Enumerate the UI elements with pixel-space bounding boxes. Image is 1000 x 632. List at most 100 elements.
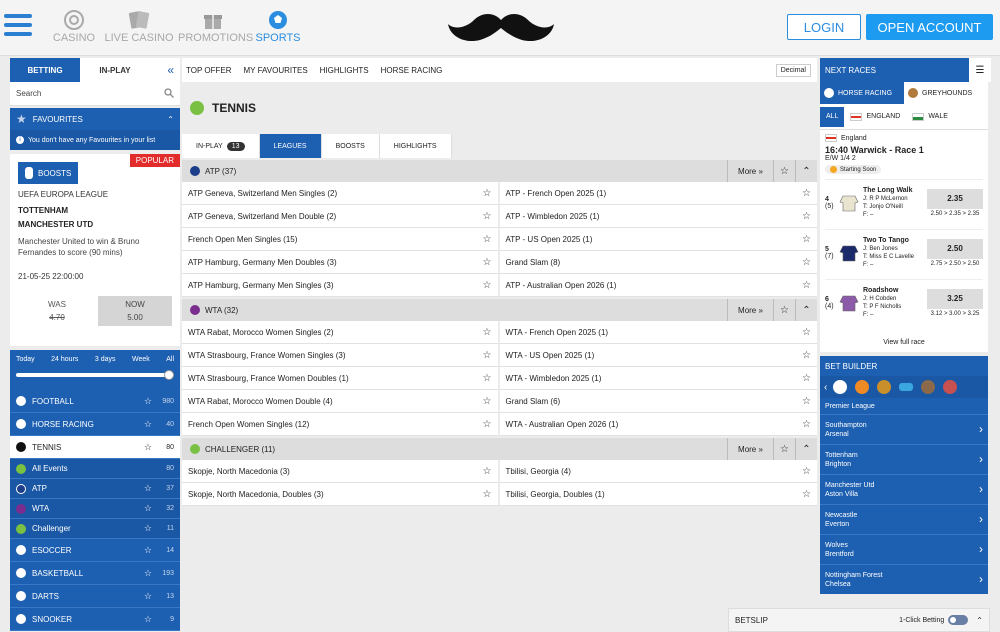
tennis-ball-icon[interactable] xyxy=(877,380,892,394)
star-icon[interactable]: ☆ xyxy=(483,257,492,268)
star-icon[interactable]: ☆ xyxy=(483,396,492,407)
star-icon[interactable]: ☆ xyxy=(144,591,152,602)
league-row[interactable]: ATP - Wimbledon 2025 (1) ☆ xyxy=(499,205,817,228)
star-icon[interactable]: ☆ xyxy=(802,257,811,268)
nav-live-casino[interactable]: LIVE CASINO xyxy=(104,8,174,44)
time-opt-today[interactable]: Today xyxy=(16,356,35,363)
league-row[interactable]: Grand Slam (6) ☆ xyxy=(499,390,817,413)
tennis-sub-atp[interactable]: ATP ☆ 37 xyxy=(10,479,180,499)
nav-highlights[interactable]: HIGHLIGHTS xyxy=(320,66,369,75)
star-icon[interactable]: ☆ xyxy=(144,442,152,453)
star-icon[interactable]: ☆ xyxy=(144,396,152,407)
menu-icon[interactable] xyxy=(4,10,32,42)
basketball-icon[interactable] xyxy=(855,380,870,394)
nav-my-favourites[interactable]: MY FAVOURITES xyxy=(244,66,308,75)
promo-card[interactable]: POPULAR BOOSTS UEFA EUROPA LEAGUE TOTTEN… xyxy=(10,150,180,346)
bet-builder-match[interactable]: Southampton Arsenal › xyxy=(820,414,988,444)
star-icon[interactable]: ☆ xyxy=(144,523,152,534)
star-icon[interactable]: ☆ xyxy=(144,545,152,556)
league-row[interactable]: ATP - Australian Open 2026 (1) ☆ xyxy=(499,274,817,297)
star-icon[interactable]: ☆ xyxy=(483,280,492,291)
chevron-up-icon[interactable]: ⌃ xyxy=(795,438,817,460)
horse-name[interactable]: Roadshow xyxy=(863,287,927,295)
odds-button[interactable]: 2.50 xyxy=(927,238,983,259)
one-click-toggle[interactable] xyxy=(948,615,969,625)
more-button[interactable]: More » xyxy=(727,438,773,460)
star-icon[interactable]: ☆ xyxy=(802,234,811,245)
star-icon[interactable]: ☆ xyxy=(144,503,152,514)
league-row[interactable]: Skopje, North Macedonia, Doubles (3) ☆ xyxy=(182,483,500,506)
league-row[interactable]: WTA - US Open 2025 (1) ☆ xyxy=(499,344,817,367)
tab-leagues[interactable]: LEAGUES xyxy=(259,134,322,158)
sort-icon[interactable]: ☰ xyxy=(969,58,991,82)
tab-horse-racing[interactable]: HORSE RACING xyxy=(820,82,904,104)
league-group-header[interactable]: CHALLENGER (11) More » ☆ ⌃ xyxy=(182,438,817,460)
league-row[interactable]: ATP Geneva, Switzerland Men Double (2) ☆ xyxy=(182,205,500,228)
nav-casino[interactable]: CASINO xyxy=(48,8,100,44)
star-icon[interactable]: ☆ xyxy=(802,396,811,407)
tennis-sub-challenger[interactable]: Challenger ☆ 11 xyxy=(10,519,180,539)
promo-now-price-button[interactable]: NOW 5.00 xyxy=(98,296,172,326)
bet-builder-match[interactable]: Manchester Utd Aston Villa › xyxy=(820,474,988,504)
nav-horse-racing[interactable]: HORSE RACING xyxy=(381,66,443,75)
league-row[interactable]: WTA - Wimbledon 2025 (1) ☆ xyxy=(499,367,817,390)
odds-format-value[interactable]: Decimal xyxy=(775,63,811,77)
more-button[interactable]: More » xyxy=(727,299,773,321)
slider-handle[interactable] xyxy=(164,370,174,380)
chevron-up-icon[interactable]: ⌃ xyxy=(976,616,983,625)
more-button[interactable]: More » xyxy=(727,160,773,182)
star-icon[interactable]: ☆ xyxy=(802,211,811,222)
rugby-icon[interactable] xyxy=(943,380,958,394)
league-row[interactable]: Tbilisi, Georgia, Doubles (1) ☆ xyxy=(499,483,817,506)
league-row[interactable]: ATP Geneva, Switzerland Men Singles (2) ☆ xyxy=(182,182,500,205)
bet-builder-match[interactable]: Tottenham Brighton › xyxy=(820,444,988,474)
country-wales[interactable]: WALE xyxy=(906,107,954,127)
bet-builder-match[interactable]: Newcastle Everton › xyxy=(820,504,988,534)
sport-item-horse-racing[interactable]: HORSE RACING ☆ 40 xyxy=(10,413,180,436)
star-icon[interactable]: ☆ xyxy=(773,160,795,182)
star-icon[interactable]: ☆ xyxy=(802,419,811,430)
chevron-up-icon[interactable]: ⌃ xyxy=(795,160,817,182)
star-icon[interactable]: ☆ xyxy=(802,188,811,199)
horse-name[interactable]: Two To Tango xyxy=(863,237,927,245)
league-row[interactable]: WTA Strasbourg, France Women Singles (3)… xyxy=(182,344,500,367)
league-row[interactable]: ATP - US Open 2025 (1) ☆ xyxy=(499,228,817,251)
time-opt-all[interactable]: All xyxy=(166,356,174,363)
collapse-icon[interactable]: « xyxy=(150,58,180,82)
search-icon[interactable] xyxy=(164,87,174,100)
league-row[interactable]: French Open Men Singles (15) ☆ xyxy=(182,228,500,251)
league-row[interactable]: ATP Hamburg, Germany Men Doubles (3) ☆ xyxy=(182,251,500,274)
league-row[interactable]: Grand Slam (8) ☆ xyxy=(499,251,817,274)
league-row[interactable]: ATP - French Open 2025 (1) ☆ xyxy=(499,182,817,205)
league-row[interactable]: WTA Rabat, Morocco Women Singles (2) ☆ xyxy=(182,321,500,344)
star-icon[interactable]: ☆ xyxy=(773,299,795,321)
mustache-logo-icon[interactable] xyxy=(446,10,556,46)
star-icon[interactable]: ☆ xyxy=(802,327,811,338)
tab-highlights[interactable]: HIGHLIGHTS xyxy=(379,134,452,158)
sport-item-tennis[interactable]: TENNIS ☆ 80 xyxy=(10,436,180,459)
star-icon[interactable]: ☆ xyxy=(802,466,811,477)
race-title[interactable]: 16:40 Warwick - Race 1 xyxy=(825,145,983,155)
time-slider[interactable] xyxy=(16,370,174,380)
star-icon[interactable]: ☆ xyxy=(483,327,492,338)
league-group-header[interactable]: WTA (32) More » ☆ ⌃ xyxy=(182,299,817,321)
star-icon[interactable]: ☆ xyxy=(802,280,811,291)
tennis-sub-wta[interactable]: WTA ☆ 32 xyxy=(10,499,180,519)
star-icon[interactable]: ☆ xyxy=(483,373,492,384)
star-icon[interactable]: ☆ xyxy=(483,188,492,199)
tab-greyhounds[interactable]: GREYHOUNDS xyxy=(904,82,988,104)
league-row[interactable]: ATP Hamburg, Germany Men Singles (3) ☆ xyxy=(182,274,500,297)
country-england[interactable]: ENGLAND xyxy=(844,107,906,127)
league-group-header[interactable]: ATP (37) More » ☆ ⌃ xyxy=(182,160,817,182)
tab-inplay[interactable]: IN-PLAY 13 xyxy=(182,134,260,158)
time-opt-24h[interactable]: 24 hours xyxy=(51,356,78,363)
american-football-icon[interactable] xyxy=(921,380,936,394)
league-row[interactable]: WTA Strasbourg, France Women Doubles (1)… xyxy=(182,367,500,390)
nav-sports[interactable]: SPORTS xyxy=(252,8,304,44)
open-account-button[interactable]: OPEN ACCOUNT xyxy=(866,14,993,40)
league-row[interactable]: Tbilisi, Georgia (4) ☆ xyxy=(499,460,817,483)
tab-betting[interactable]: BETTING xyxy=(10,58,80,82)
star-icon[interactable]: ☆ xyxy=(802,489,811,500)
odds-button[interactable]: 3.25 xyxy=(927,288,983,309)
sport-item-snooker[interactable]: SNOOKER ☆ 9 xyxy=(10,608,180,631)
